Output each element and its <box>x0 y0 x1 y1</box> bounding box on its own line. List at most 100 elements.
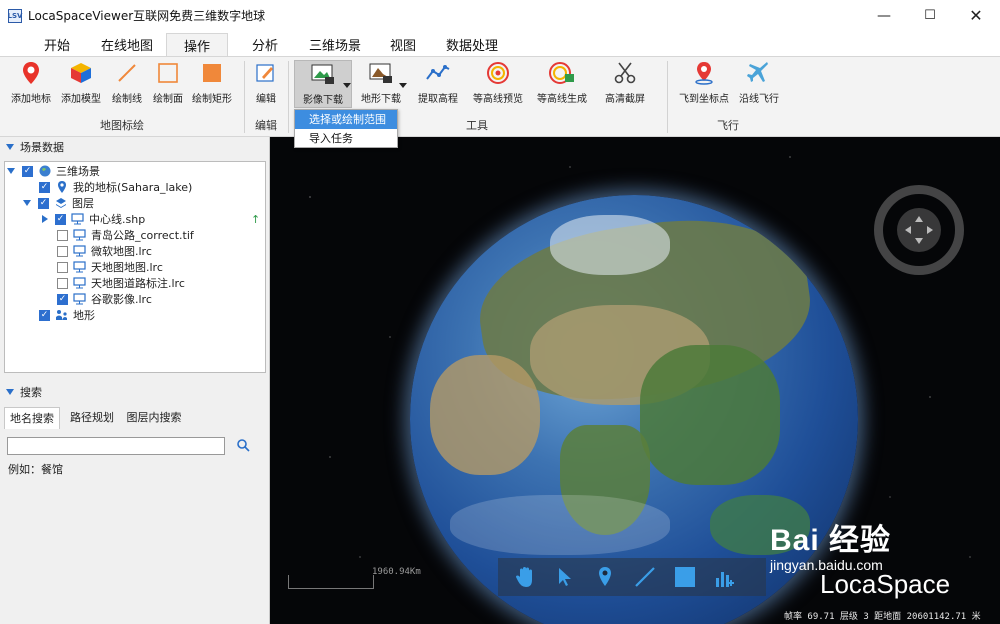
fly-along-line-button[interactable]: 沿线飞行 <box>736 60 782 108</box>
monitor-icon <box>73 245 86 257</box>
tab-view[interactable]: 视图 <box>380 33 426 56</box>
scale-text: 1960.94Km <box>372 567 421 577</box>
search-input[interactable] <box>7 437 225 455</box>
edit-button[interactable]: 编辑 <box>250 60 282 108</box>
landmass <box>640 345 780 485</box>
window-title: LocaSpaceViewer互联网免费三维数字地球 <box>28 9 266 23</box>
fly-to-point-icon <box>691 60 717 86</box>
monitor-icon <box>73 277 86 289</box>
square-icon[interactable] <box>672 564 698 590</box>
pan-control[interactable] <box>897 208 941 252</box>
pointer-icon[interactable] <box>552 564 578 590</box>
tab-route-planning[interactable]: 路径规划 <box>64 407 120 429</box>
elevation-icon <box>425 60 451 86</box>
tree-checkbox[interactable] <box>57 261 68 273</box>
ribbon: 添加地标 添加模型 绘制线 绘制面 绘制矩形 地图标绘 编辑 编辑 影像下载 地… <box>0 56 1000 137</box>
contour-preview-button[interactable]: 等高线预览 <box>469 60 527 108</box>
monitor-icon <box>73 261 86 273</box>
search-title: 搜索 <box>20 386 42 399</box>
tab-place-search[interactable]: 地名搜索 <box>4 407 60 429</box>
terrain-icon <box>55 309 68 321</box>
monitor-icon <box>71 213 84 225</box>
minimize-button[interactable]: — <box>861 0 907 31</box>
terrain-download-icon <box>368 60 394 86</box>
tab-3d-scene[interactable]: 三维场景 <box>300 33 370 56</box>
maximize-button[interactable]: ☐ <box>907 0 953 31</box>
pin-icon <box>55 181 68 193</box>
tree-checkbox[interactable] <box>39 309 50 321</box>
draw-line-button[interactable]: 绘制线 <box>108 60 146 108</box>
add-model-button[interactable]: 添加模型 <box>58 60 104 108</box>
group-separator <box>288 61 289 133</box>
tree-checkbox[interactable] <box>22 165 33 177</box>
close-button[interactable]: ✕ <box>953 0 999 31</box>
tab-start[interactable]: 开始 <box>34 33 80 56</box>
scene-data-title: 场景数据 <box>20 141 64 154</box>
tree-item[interactable]: 图层 <box>23 195 94 211</box>
expand-icon[interactable] <box>42 215 48 223</box>
globe-icon <box>38 165 51 177</box>
tab-operation[interactable]: 操作 <box>166 33 228 56</box>
contour-preview-icon <box>485 60 511 86</box>
watermark-logo: Bai 经验 <box>770 524 892 557</box>
tree-item[interactable]: 谷歌影像.lrc <box>57 291 152 307</box>
tree-item[interactable]: 中心线.shp ↑ <box>41 211 263 227</box>
cloud <box>450 495 670 555</box>
tab-analysis[interactable]: 分析 <box>242 33 288 56</box>
tree-checkbox[interactable] <box>39 181 50 193</box>
contour-generate-button[interactable]: 等高线生成 <box>533 60 591 108</box>
image-download-dropdown-arrow[interactable] <box>343 83 351 88</box>
tree-item[interactable]: 微软地图.lrc <box>57 243 152 259</box>
hand-icon[interactable] <box>512 564 538 590</box>
tree-item[interactable]: 天地图地图.lrc <box>57 259 163 275</box>
extract-elevation-button[interactable]: 提取高程 <box>414 60 462 108</box>
up-arrow-icon[interactable]: ↑ <box>251 213 260 226</box>
tab-data-processing[interactable]: 数据处理 <box>436 33 508 56</box>
tree-checkbox[interactable] <box>55 213 66 225</box>
scissors-icon <box>612 60 638 86</box>
search-icon[interactable] <box>236 438 250 455</box>
plane-icon <box>746 60 772 86</box>
tree-checkbox[interactable] <box>57 245 68 257</box>
tree-checkbox[interactable] <box>57 293 68 305</box>
image-download-icon <box>310 61 336 87</box>
menu-item-import-task[interactable]: 导入任务 <box>295 129 397 148</box>
expand-icon[interactable] <box>7 168 15 174</box>
hd-screenshot-button[interactable]: 高清截屏 <box>600 60 650 108</box>
tab-layer-search[interactable]: 图层内搜索 <box>122 407 186 429</box>
tree-item[interactable]: 三维场景 <box>7 163 100 179</box>
tree-item[interactable]: 地形 <box>39 307 95 323</box>
pin-icon[interactable] <box>592 564 618 590</box>
group-label-edit: 编辑 <box>255 119 277 132</box>
chart-add-icon[interactable] <box>712 564 738 590</box>
tree-item[interactable]: 青岛公路_correct.tif <box>57 227 194 243</box>
search-hint: 例如：餐馆 <box>8 463 63 476</box>
fly-to-point-button[interactable]: 飞到坐标点 <box>676 60 732 108</box>
draw-polygon-button[interactable]: 绘制面 <box>149 60 187 108</box>
title-bar: LSV LocaSpaceViewer互联网免费三维数字地球 — ☐ ✕ <box>0 0 1000 31</box>
search-header[interactable]: 搜索 <box>0 383 270 401</box>
polygon-icon <box>155 60 181 86</box>
scene-data-header[interactable]: 场景数据 <box>0 138 270 156</box>
tree-checkbox[interactable] <box>57 229 68 241</box>
watermark: Bai 经验 jingyan.baidu.com <box>770 515 891 573</box>
tab-online-map[interactable]: 在线地图 <box>92 33 162 56</box>
left-panel: 场景数据 三维场景 我的地标(Sahara_lake) 图层 <box>0 137 270 624</box>
tree-checkbox[interactable] <box>38 197 49 209</box>
tree-item[interactable]: 我的地标(Sahara_lake) <box>39 179 192 195</box>
add-placemark-button[interactable]: 添加地标 <box>8 60 54 108</box>
expand-icon[interactable] <box>23 200 31 206</box>
line-icon <box>114 60 140 86</box>
monitor-icon <box>73 229 86 241</box>
tree-item[interactable]: 天地图道路标注.lrc <box>57 275 185 291</box>
menu-item-select-or-draw-range[interactable]: 选择或绘制范围 <box>295 110 397 129</box>
terrain-download-dropdown-arrow[interactable] <box>399 83 407 88</box>
line-icon[interactable] <box>632 564 658 590</box>
group-separator <box>667 61 668 133</box>
globe-viewport[interactable]: 1960.94Km Bai 经验 jingyan.baidu.com LocaS… <box>270 137 1000 624</box>
landmass <box>550 215 670 275</box>
draw-rectangle-button[interactable]: 绘制矩形 <box>189 60 235 108</box>
maximize-icon: ☐ <box>924 8 936 23</box>
scene-tree: 三维场景 我的地标(Sahara_lake) 图层 中心线.shp ↑ <box>4 161 266 373</box>
tree-checkbox[interactable] <box>57 277 68 289</box>
